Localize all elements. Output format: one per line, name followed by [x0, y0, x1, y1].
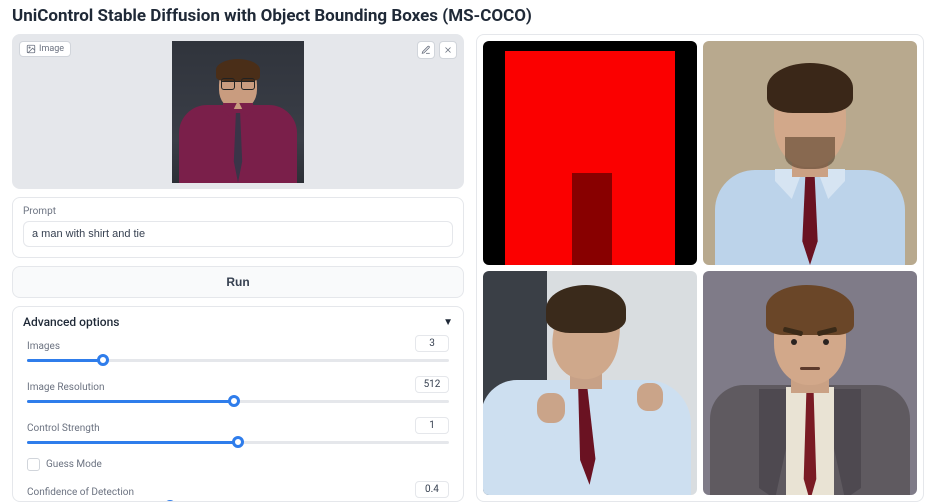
strength-option: Control Strength 1	[27, 417, 449, 448]
image-icon	[26, 44, 36, 54]
close-icon	[443, 45, 453, 55]
images-value[interactable]: 3	[415, 335, 449, 352]
prompt-panel: Prompt	[12, 197, 464, 258]
page-title: UniControl Stable Diffusion with Object …	[12, 6, 924, 26]
confidence-value[interactable]: 0.4	[415, 481, 449, 498]
gallery-item[interactable]	[703, 41, 917, 265]
guess-mode-option[interactable]: Guess Mode	[27, 458, 449, 471]
advanced-accordion-header[interactable]: Advanced options ▼	[23, 315, 453, 329]
images-label: Images	[27, 341, 60, 352]
guess-mode-checkbox[interactable]	[27, 458, 40, 471]
resolution-value[interactable]: 512	[415, 376, 449, 393]
input-image-preview	[172, 41, 304, 183]
pencil-icon	[421, 45, 431, 55]
strength-label: Control Strength	[27, 423, 100, 434]
edit-image-button[interactable]	[417, 41, 435, 59]
strength-value[interactable]: 1	[415, 417, 449, 434]
output-gallery	[476, 34, 924, 502]
gallery-item[interactable]	[483, 41, 697, 265]
prompt-input[interactable]	[23, 221, 453, 247]
clear-image-button[interactable]	[439, 41, 457, 59]
advanced-title: Advanced options	[23, 315, 119, 329]
guess-mode-label: Guess Mode	[46, 459, 102, 470]
input-image-panel[interactable]: Image	[12, 34, 464, 189]
gallery-item[interactable]	[703, 271, 917, 495]
confidence-label: Confidence of Detection	[27, 487, 134, 498]
resolution-option: Image Resolution 512	[27, 376, 449, 407]
prompt-label: Prompt	[23, 206, 453, 217]
confidence-option: Confidence of Detection 0.4	[27, 481, 449, 502]
run-button[interactable]: Run	[12, 266, 464, 298]
advanced-options-panel: Advanced options ▼ Images 3 Image Resolu…	[12, 306, 464, 502]
confidence-slider[interactable]	[27, 500, 449, 502]
strength-slider[interactable]	[27, 436, 449, 448]
resolution-slider[interactable]	[27, 395, 449, 407]
image-badge: Image	[19, 41, 71, 57]
gallery-item[interactable]	[483, 271, 697, 495]
resolution-label: Image Resolution	[27, 382, 105, 393]
chevron-down-icon: ▼	[443, 317, 453, 328]
images-slider[interactable]	[27, 354, 449, 366]
images-option: Images 3	[27, 335, 449, 366]
image-badge-label: Image	[39, 44, 64, 54]
